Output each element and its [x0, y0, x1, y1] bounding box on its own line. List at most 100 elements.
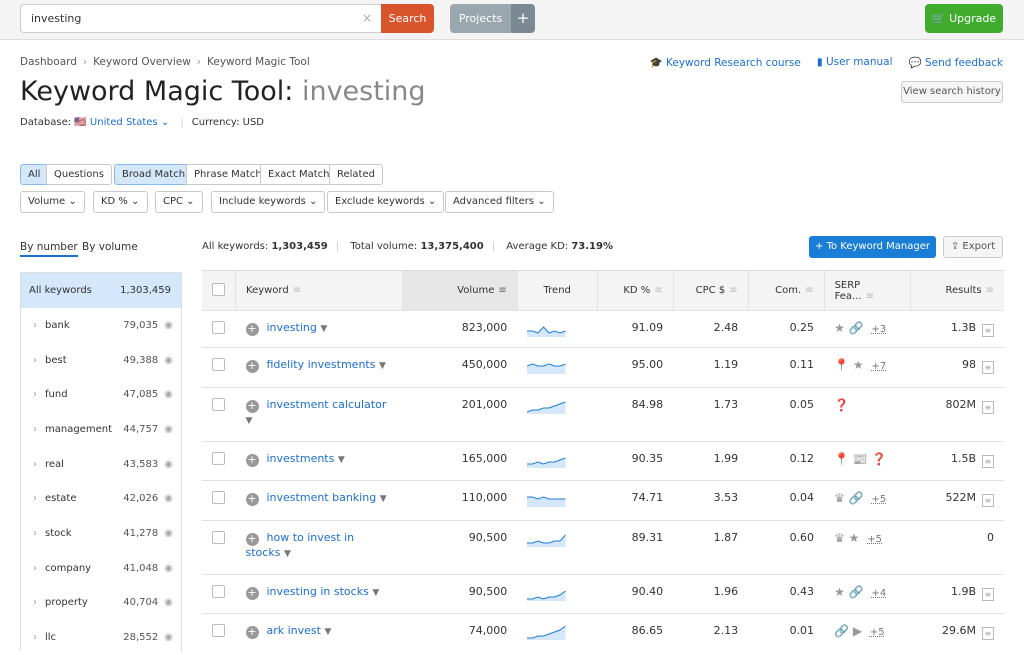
serp-snapshot-icon[interactable]: ≡ — [982, 494, 994, 507]
row-checkbox[interactable] — [212, 530, 225, 544]
database-select[interactable]: 🇺🇸 United States ⌄ — [74, 117, 169, 128]
search-button[interactable]: Search — [381, 4, 434, 33]
chevron-right-icon[interactable]: › — [33, 424, 45, 435]
more-serp-link[interactable]: +4 — [871, 588, 886, 599]
kd-filter[interactable]: KD % ⌄ — [93, 191, 148, 213]
include-keywords-filter[interactable]: Include keywords ⌄ — [211, 191, 326, 213]
caret-down-icon[interactable]: ▼ — [246, 416, 253, 426]
tab-exact-match[interactable]: Exact Match — [260, 164, 338, 185]
tab-related[interactable]: Related — [329, 164, 383, 185]
add-to-list-icon[interactable]: + — [245, 399, 259, 413]
to-keyword-manager-button[interactable]: + To Keyword Manager — [809, 236, 936, 258]
eye-icon[interactable]: ◉ — [164, 597, 173, 608]
add-to-list-icon[interactable]: + — [245, 532, 259, 546]
caret-down-icon[interactable]: ▼ — [324, 627, 331, 637]
eye-icon[interactable]: ◉ — [164, 493, 173, 504]
course-link[interactable]: 🎓 Keyword Research course — [650, 56, 801, 69]
breadcrumb-dashboard[interactable]: Dashboard — [20, 56, 77, 68]
caret-down-icon[interactable]: ▼ — [320, 324, 327, 334]
chevron-right-icon[interactable]: › — [33, 563, 45, 574]
sidebar-group-item[interactable]: › estate 42,026 ◉ — [21, 481, 181, 516]
eye-icon[interactable]: ◉ — [164, 389, 173, 400]
sidebar-group-item[interactable]: › company 41,048 ◉ — [21, 551, 181, 586]
keyword-link[interactable]: how to invest in stocks — [246, 531, 355, 559]
add-project-button[interactable]: + — [511, 4, 535, 33]
upgrade-button[interactable]: 🛒 Upgrade — [925, 4, 1003, 33]
keyword-link[interactable]: investing — [267, 321, 317, 334]
header-keyword[interactable]: Keyword ≡ — [235, 270, 403, 311]
header-cpc[interactable]: CPC $ ≡ — [673, 270, 749, 311]
serp-snapshot-icon[interactable]: ≡ — [982, 627, 994, 640]
caret-down-icon[interactable]: ▼ — [338, 455, 345, 465]
caret-down-icon[interactable]: ▼ — [284, 549, 291, 559]
keyword-link[interactable]: investment calculator — [267, 398, 387, 411]
chevron-right-icon[interactable]: › — [33, 355, 45, 366]
sidebar-group-item[interactable]: › fund 47,085 ◉ — [21, 377, 181, 412]
tab-by-number[interactable]: By number — [20, 241, 78, 257]
sidebar-group-item[interactable]: › property 40,704 ◉ — [21, 586, 181, 621]
eye-icon[interactable]: ◉ — [164, 320, 173, 331]
eye-icon[interactable]: ◉ — [164, 424, 173, 435]
chevron-right-icon[interactable]: › — [33, 632, 45, 643]
serp-snapshot-icon[interactable]: ≡ — [982, 454, 994, 468]
feedback-link[interactable]: 💬 Send feedback — [909, 56, 1003, 69]
sidebar-group-item[interactable]: › management 44,757 ◉ — [21, 412, 181, 447]
row-checkbox[interactable] — [212, 451, 225, 465]
select-all-checkbox[interactable] — [212, 282, 225, 296]
sidebar-all-keywords[interactable]: All keywords 1,303,459 — [21, 273, 181, 308]
caret-down-icon[interactable]: ▼ — [379, 361, 386, 371]
row-checkbox[interactable] — [212, 397, 225, 411]
row-checkbox[interactable] — [212, 321, 225, 334]
header-volume[interactable]: Volume ≡ — [402, 270, 518, 311]
clear-icon[interactable]: × — [362, 11, 372, 25]
advanced-filters[interactable]: Advanced filters ⌄ — [445, 191, 554, 213]
caret-down-icon[interactable]: ▼ — [380, 494, 387, 504]
more-serp-link[interactable]: +5 — [867, 534, 882, 545]
header-results[interactable]: Results ≡ — [910, 270, 1004, 311]
tab-phrase-match[interactable]: Phrase Match — [186, 164, 270, 185]
eye-icon[interactable]: ◉ — [164, 563, 173, 574]
add-to-list-icon[interactable]: + — [245, 586, 259, 600]
serp-snapshot-icon[interactable]: ≡ — [982, 400, 994, 414]
chevron-right-icon[interactable]: › — [33, 459, 45, 470]
header-com[interactable]: Com. ≡ — [748, 270, 825, 311]
projects-button[interactable]: Projects — [450, 4, 511, 33]
serp-snapshot-icon[interactable]: ≡ — [982, 324, 994, 337]
more-serp-link[interactable]: +5 — [870, 627, 885, 638]
row-checkbox[interactable] — [212, 358, 225, 371]
manual-link[interactable]: ▮ User manual — [817, 56, 893, 69]
keyword-link[interactable]: investments — [267, 452, 335, 465]
header-serp[interactable]: SERP Fea... ≡ — [824, 270, 911, 311]
add-to-list-icon[interactable]: + — [245, 323, 259, 336]
row-checkbox[interactable] — [212, 624, 225, 637]
serp-snapshot-icon[interactable]: ≡ — [982, 361, 994, 374]
eye-icon[interactable]: ◉ — [164, 528, 173, 539]
eye-icon[interactable]: ◉ — [164, 355, 173, 366]
chevron-right-icon[interactable]: › — [33, 528, 45, 539]
eye-icon[interactable]: ◉ — [164, 459, 173, 470]
more-serp-link[interactable]: +3 — [871, 324, 886, 335]
sidebar-group-item[interactable]: › stock 41,278 ◉ — [21, 516, 181, 551]
chevron-right-icon[interactable]: › — [33, 389, 45, 400]
exclude-keywords-filter[interactable]: Exclude keywords ⌄ — [327, 191, 445, 213]
keyword-link[interactable]: investment banking — [267, 491, 377, 504]
more-serp-link[interactable]: +7 — [871, 361, 886, 372]
header-kd[interactable]: KD % ≡ — [597, 270, 674, 311]
tab-all[interactable]: All — [20, 164, 49, 185]
add-to-list-icon[interactable]: + — [245, 453, 259, 467]
chevron-right-icon[interactable]: › — [33, 493, 45, 504]
chevron-right-icon[interactable]: › — [33, 320, 45, 331]
keyword-link[interactable]: investing in stocks — [267, 585, 369, 598]
tab-by-volume[interactable]: By volume — [82, 241, 138, 253]
tab-broad-match[interactable]: Broad Match — [114, 164, 194, 185]
caret-down-icon[interactable]: ▼ — [372, 588, 379, 598]
add-to-list-icon[interactable]: + — [245, 493, 259, 506]
view-search-history-button[interactable]: View search history — [901, 81, 1003, 103]
row-checkbox[interactable] — [212, 491, 225, 504]
volume-filter[interactable]: Volume ⌄ — [20, 191, 85, 213]
tab-questions[interactable]: Questions — [46, 164, 112, 185]
sidebar-group-item[interactable]: › best 49,388 ◉ — [21, 343, 181, 378]
row-checkbox[interactable] — [212, 584, 225, 598]
sidebar-group-item[interactable]: › bank 79,035 ◉ — [21, 308, 181, 343]
sidebar-group-item[interactable]: › real 43,583 ◉ — [21, 447, 181, 482]
